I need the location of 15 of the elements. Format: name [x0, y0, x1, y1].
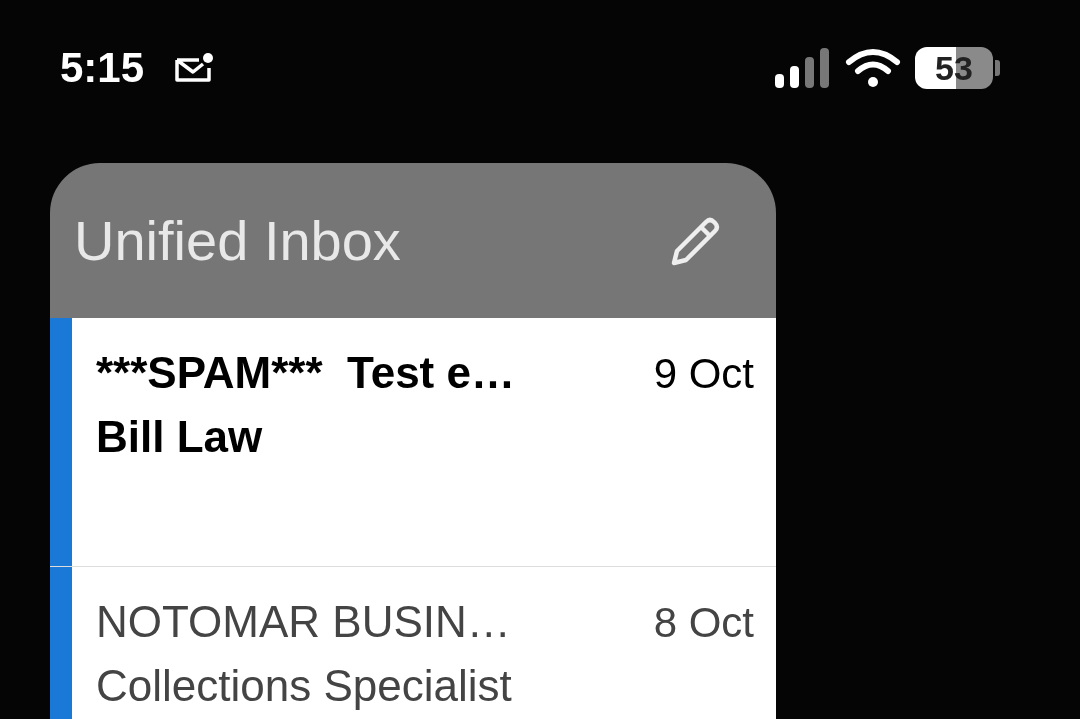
message-row[interactable]: NOTOMAR BUSIN… 8 Oct Collections Specialist: [50, 567, 776, 719]
widget-title: Unified Inbox: [74, 208, 401, 273]
battery-tip-icon: [995, 60, 1000, 76]
message-sender: Collections Specialist: [96, 661, 513, 711]
message-sender: Bill Law: [96, 412, 264, 462]
battery-indicator: 53: [915, 47, 993, 89]
message-row[interactable]: ***SPAM*** Test e… 9 Oct Bill Law: [50, 318, 776, 567]
message-subject: ***SPAM*** Test e…: [96, 348, 515, 398]
signal-icon: [775, 48, 831, 88]
message-subject: NOTOMAR BUSIN…: [96, 597, 511, 647]
message-date: 9 Oct: [653, 350, 754, 398]
mail-icon: [174, 52, 215, 84]
status-time: 5:15: [60, 44, 145, 92]
wifi-icon: [845, 48, 901, 88]
message-date: 8 Oct: [653, 599, 754, 647]
